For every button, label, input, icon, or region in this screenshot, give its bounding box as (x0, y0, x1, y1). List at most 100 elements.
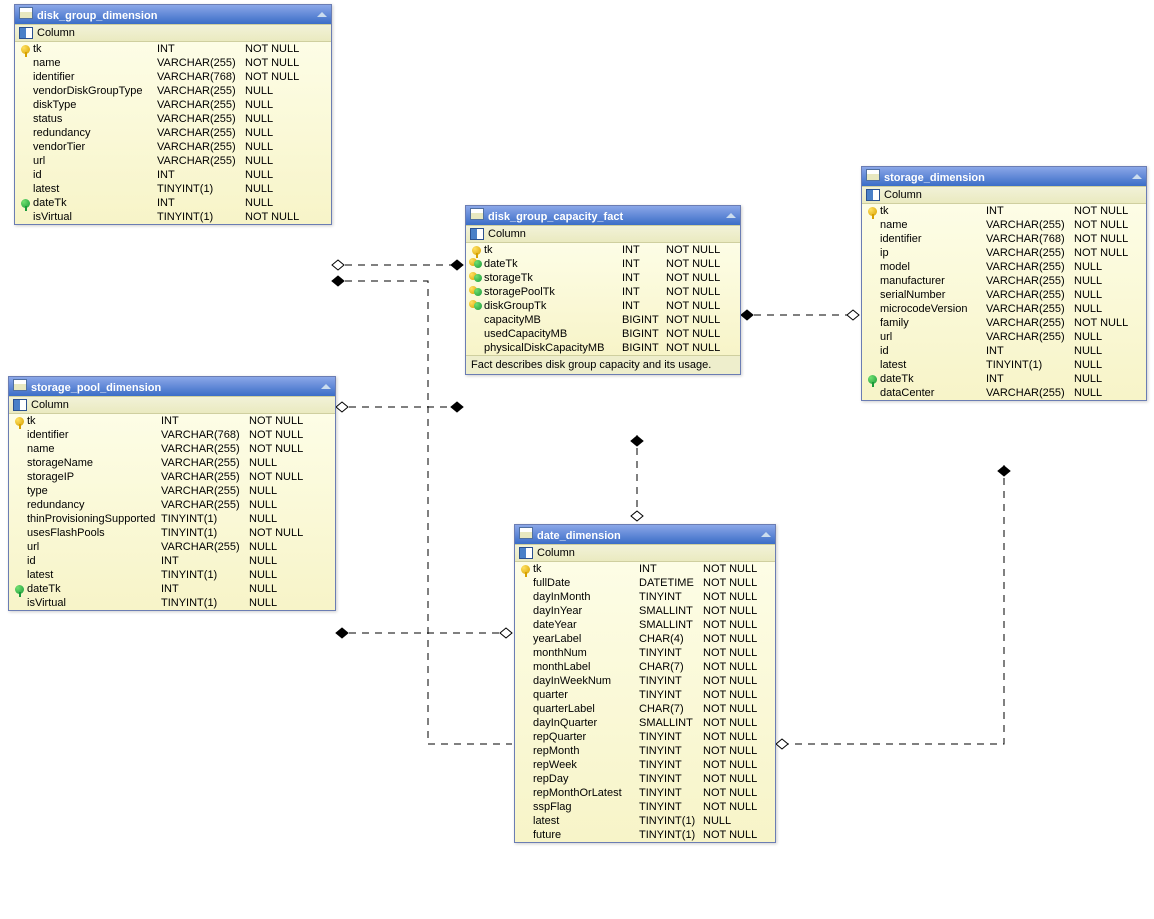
column-row[interactable]: dateYearSMALLINTNOT NULL (515, 618, 775, 632)
column-row[interactable]: capacityMBBIGINTNOT NULL (466, 313, 740, 327)
column-row[interactable]: thinProvisioningSupportedTINYINT(1)NULL (9, 512, 335, 526)
column-row[interactable]: futureTINYINT(1)NOT NULL (515, 828, 775, 842)
collapse-icon[interactable] (317, 12, 327, 17)
column-row[interactable]: dataCenterVARCHAR(255)NULL (862, 386, 1146, 400)
column-row[interactable]: identifierVARCHAR(768)NOT NULL (9, 428, 335, 442)
column-nullable: NULL (249, 583, 277, 595)
table-date-dimension[interactable]: date_dimensionColumntkINTNOT NULLfullDat… (514, 524, 776, 843)
column-row[interactable]: nameVARCHAR(255)NOT NULL (15, 56, 331, 70)
column-row[interactable]: monthNumTINYINTNOT NULL (515, 646, 775, 660)
column-row[interactable]: repMonthOrLatestTINYINTNOT NULL (515, 786, 775, 800)
foreign-key-icon (21, 199, 30, 208)
column-row[interactable]: storageIPVARCHAR(255)NOT NULL (9, 470, 335, 484)
collapse-icon[interactable] (1132, 174, 1142, 179)
collapse-icon[interactable] (321, 384, 331, 389)
column-name: dateTk (484, 258, 622, 270)
column-row[interactable]: sspFlagTINYINTNOT NULL (515, 800, 775, 814)
column-row[interactable]: nameVARCHAR(255)NOT NULL (9, 442, 335, 456)
column-row[interactable]: fullDateDATETIMENOT NULL (515, 576, 775, 590)
column-row[interactable]: quarterLabelCHAR(7)NOT NULL (515, 702, 775, 716)
column-row[interactable]: nameVARCHAR(255)NOT NULL (862, 218, 1146, 232)
table-titlebar[interactable]: disk_group_capacity_fact (466, 206, 740, 225)
column-row[interactable]: dateTkINTNULL (15, 196, 331, 210)
column-row[interactable]: tkINTNOT NULL (15, 42, 331, 56)
column-row[interactable]: latestTINYINT(1)NULL (862, 358, 1146, 372)
column-type: VARCHAR(255) (157, 113, 245, 125)
column-row[interactable]: tkINTNOT NULL (862, 204, 1146, 218)
column-row[interactable]: microcodeVersionVARCHAR(255)NULL (862, 302, 1146, 316)
column-name: microcodeVersion (880, 303, 986, 315)
column-row[interactable]: latestTINYINT(1)NULL (515, 814, 775, 828)
column-row[interactable]: latestTINYINT(1)NULL (15, 182, 331, 196)
column-row[interactable]: redundancyVARCHAR(255)NULL (15, 126, 331, 140)
column-row[interactable]: monthLabelCHAR(7)NOT NULL (515, 660, 775, 674)
table-storage-pool-dimension[interactable]: storage_pool_dimensionColumntkINTNOT NUL… (8, 376, 336, 611)
table-titlebar[interactable]: storage_pool_dimension (9, 377, 335, 396)
column-row[interactable]: repDayTINYINTNOT NULL (515, 772, 775, 786)
column-row[interactable]: typeVARCHAR(255)NULL (9, 484, 335, 498)
column-row[interactable]: diskGroupTkINTNOT NULL (466, 299, 740, 313)
column-row[interactable]: idINTNULL (15, 168, 331, 182)
table-disk-group-dimension[interactable]: disk_group_dimensionColumntkINTNOT NULLn… (14, 4, 332, 225)
column-nullable: NOT NULL (703, 605, 757, 617)
column-row[interactable]: quarterTINYINTNOT NULL (515, 688, 775, 702)
column-row[interactable]: latestTINYINT(1)NULL (9, 568, 335, 582)
column-row[interactable]: vendorTierVARCHAR(255)NULL (15, 140, 331, 154)
column-nullable: NULL (245, 155, 273, 167)
column-row[interactable]: urlVARCHAR(255)NULL (9, 540, 335, 554)
column-row[interactable]: repQuarterTINYINTNOT NULL (515, 730, 775, 744)
column-row[interactable]: dateTkINTNOT NULL (466, 257, 740, 271)
column-row[interactable]: familyVARCHAR(255)NOT NULL (862, 316, 1146, 330)
column-type: VARCHAR(255) (986, 387, 1074, 399)
column-row[interactable]: tkINTNOT NULL (515, 562, 775, 576)
column-row[interactable]: dayInWeekNumTINYINTNOT NULL (515, 674, 775, 688)
column-row[interactable]: identifierVARCHAR(768)NOT NULL (862, 232, 1146, 246)
column-nullable: NOT NULL (666, 272, 720, 284)
column-row[interactable]: statusVARCHAR(255)NULL (15, 112, 331, 126)
column-row[interactable]: repMonthTINYINTNOT NULL (515, 744, 775, 758)
column-row[interactable]: tkINTNOT NULL (9, 414, 335, 428)
column-row[interactable]: storagePoolTkINTNOT NULL (466, 285, 740, 299)
column-row[interactable]: manufacturerVARCHAR(255)NULL (862, 274, 1146, 288)
column-row[interactable]: tkINTNOT NULL (466, 243, 740, 257)
column-row[interactable]: vendorDiskGroupTypeVARCHAR(255)NULL (15, 84, 331, 98)
column-row[interactable]: urlVARCHAR(255)NULL (862, 330, 1146, 344)
column-row[interactable]: dateTkINTNULL (9, 582, 335, 596)
collapse-icon[interactable] (726, 213, 736, 218)
column-nullable: NULL (1074, 303, 1102, 315)
column-type: VARCHAR(255) (986, 317, 1074, 329)
column-row[interactable]: dayInQuarterSMALLINTNOT NULL (515, 716, 775, 730)
column-row[interactable]: storageTkINTNOT NULL (466, 271, 740, 285)
column-row[interactable]: dateTkINTNULL (862, 372, 1146, 386)
column-row[interactable]: storageNameVARCHAR(255)NULL (9, 456, 335, 470)
column-row[interactable]: physicalDiskCapacityMBBIGINTNOT NULL (466, 341, 740, 355)
column-row[interactable]: isVirtualTINYINT(1)NULL (9, 596, 335, 610)
column-row[interactable]: serialNumberVARCHAR(255)NULL (862, 288, 1146, 302)
column-row[interactable]: modelVARCHAR(255)NULL (862, 260, 1146, 274)
table-disk-group-capacity-fact[interactable]: disk_group_capacity_factColumntkINTNOT N… (465, 205, 741, 375)
column-row[interactable]: dayInMonthTINYINTNOT NULL (515, 590, 775, 604)
table-titlebar[interactable]: storage_dimension (862, 167, 1146, 186)
column-row[interactable]: ipVARCHAR(255)NOT NULL (862, 246, 1146, 260)
column-row[interactable]: usesFlashPoolsTINYINT(1)NOT NULL (9, 526, 335, 540)
column-row[interactable]: urlVARCHAR(255)NULL (15, 154, 331, 168)
column-nullable: NOT NULL (1074, 247, 1128, 259)
column-row[interactable]: yearLabelCHAR(4)NOT NULL (515, 632, 775, 646)
column-row[interactable]: idINTNULL (862, 344, 1146, 358)
table-titlebar[interactable]: disk_group_dimension (15, 5, 331, 24)
column-row[interactable]: redundancyVARCHAR(255)NULL (9, 498, 335, 512)
column-row[interactable]: isVirtualTINYINT(1)NOT NULL (15, 210, 331, 224)
column-type: TINYINT(1) (639, 829, 703, 841)
column-type: VARCHAR(255) (157, 155, 245, 167)
column-row[interactable]: identifierVARCHAR(768)NOT NULL (15, 70, 331, 84)
collapse-icon[interactable] (761, 532, 771, 537)
table-titlebar[interactable]: date_dimension (515, 525, 775, 544)
column-nullable: NULL (1074, 275, 1102, 287)
column-row[interactable]: repWeekTINYINTNOT NULL (515, 758, 775, 772)
column-name: vendorTier (33, 141, 157, 153)
table-storage-dimension[interactable]: storage_dimensionColumntkINTNOT NULLname… (861, 166, 1147, 401)
column-row[interactable]: dayInYearSMALLINTNOT NULL (515, 604, 775, 618)
column-row[interactable]: usedCapacityMBBIGINTNOT NULL (466, 327, 740, 341)
column-row[interactable]: diskTypeVARCHAR(255)NULL (15, 98, 331, 112)
column-row[interactable]: idINTNULL (9, 554, 335, 568)
